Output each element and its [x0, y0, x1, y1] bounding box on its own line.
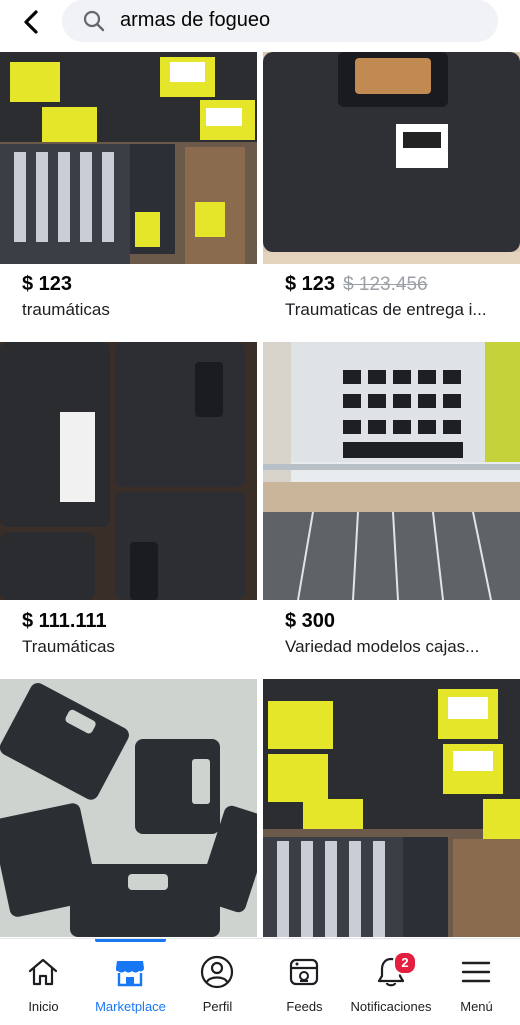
active-tab-indicator [95, 939, 166, 942]
nav-inicio[interactable]: Inicio [0, 939, 87, 1025]
top-bar: armas de fogueo [0, 0, 520, 52]
listing-title: Traumaticas de entrega i... [285, 300, 487, 319]
listing-photo[interactable] [263, 52, 520, 264]
listing-photo[interactable] [263, 679, 520, 937]
nav-label: Notificaciones [350, 999, 432, 1014]
listing-card[interactable] [0, 679, 257, 937]
listing-card[interactable]: $ 111.111 Traumáticas [0, 342, 257, 672]
listing-price: $ 111.111 [22, 610, 107, 633]
price-value: $ 123 [22, 273, 73, 295]
listing-photo[interactable] [0, 52, 257, 264]
nav-label: Menú [460, 999, 493, 1014]
back-arrow-icon[interactable] [18, 8, 46, 36]
nav-feeds[interactable]: Feeds [261, 939, 348, 1025]
listing-price: $ 123 [22, 273, 72, 296]
price-value: $ 300 [285, 610, 336, 632]
nav-label: Feeds [286, 999, 323, 1014]
search-icon [83, 10, 105, 32]
nav-perfil[interactable]: Perfil [174, 939, 261, 1025]
listing-title: traumáticas [22, 300, 110, 319]
nav-label: Marketplace [95, 999, 166, 1014]
price-value: $ 111.111 [22, 610, 107, 632]
original-price: $ 123.456 [343, 274, 428, 295]
nav-label: Perfil [202, 999, 233, 1014]
listing-price: $ 123 $ 123.456 [285, 273, 428, 296]
home-icon [28, 958, 58, 986]
profile-icon [200, 955, 234, 989]
listing-card[interactable]: $ 123 $ 123.456 Traumaticas de entrega i.… [263, 52, 520, 334]
listing-photo[interactable] [0, 679, 257, 937]
listing-title: Traumáticas [22, 637, 115, 656]
bottom-nav: Inicio Marketplace Perfil Feeds 2 Notifi… [0, 938, 520, 1025]
nav-label: Inicio [28, 999, 59, 1014]
listing-card[interactable] [263, 679, 520, 937]
marketplace-icon [116, 961, 144, 987]
listing-card[interactable]: $ 123 traumáticas [0, 52, 257, 334]
nav-menu[interactable]: Menú [433, 939, 520, 1025]
menu-icon [461, 961, 491, 983]
notification-badge: 2 [393, 951, 417, 975]
listing-card[interactable]: $ 300 Variedad modelos cajas... [263, 342, 520, 672]
listing-title: Variedad modelos cajas... [285, 637, 480, 656]
feeds-icon [289, 958, 319, 986]
search-query[interactable]: armas de fogueo [120, 9, 270, 32]
nav-notificaciones[interactable]: 2 Notificaciones [346, 939, 436, 1025]
listing-price: $ 300 [285, 610, 335, 633]
search-bar[interactable]: armas de fogueo [62, 0, 498, 42]
price-value: $ 123 [285, 273, 336, 295]
listing-photo[interactable] [0, 342, 257, 600]
listing-photo[interactable] [263, 342, 520, 600]
nav-marketplace[interactable]: Marketplace [87, 939, 174, 1025]
